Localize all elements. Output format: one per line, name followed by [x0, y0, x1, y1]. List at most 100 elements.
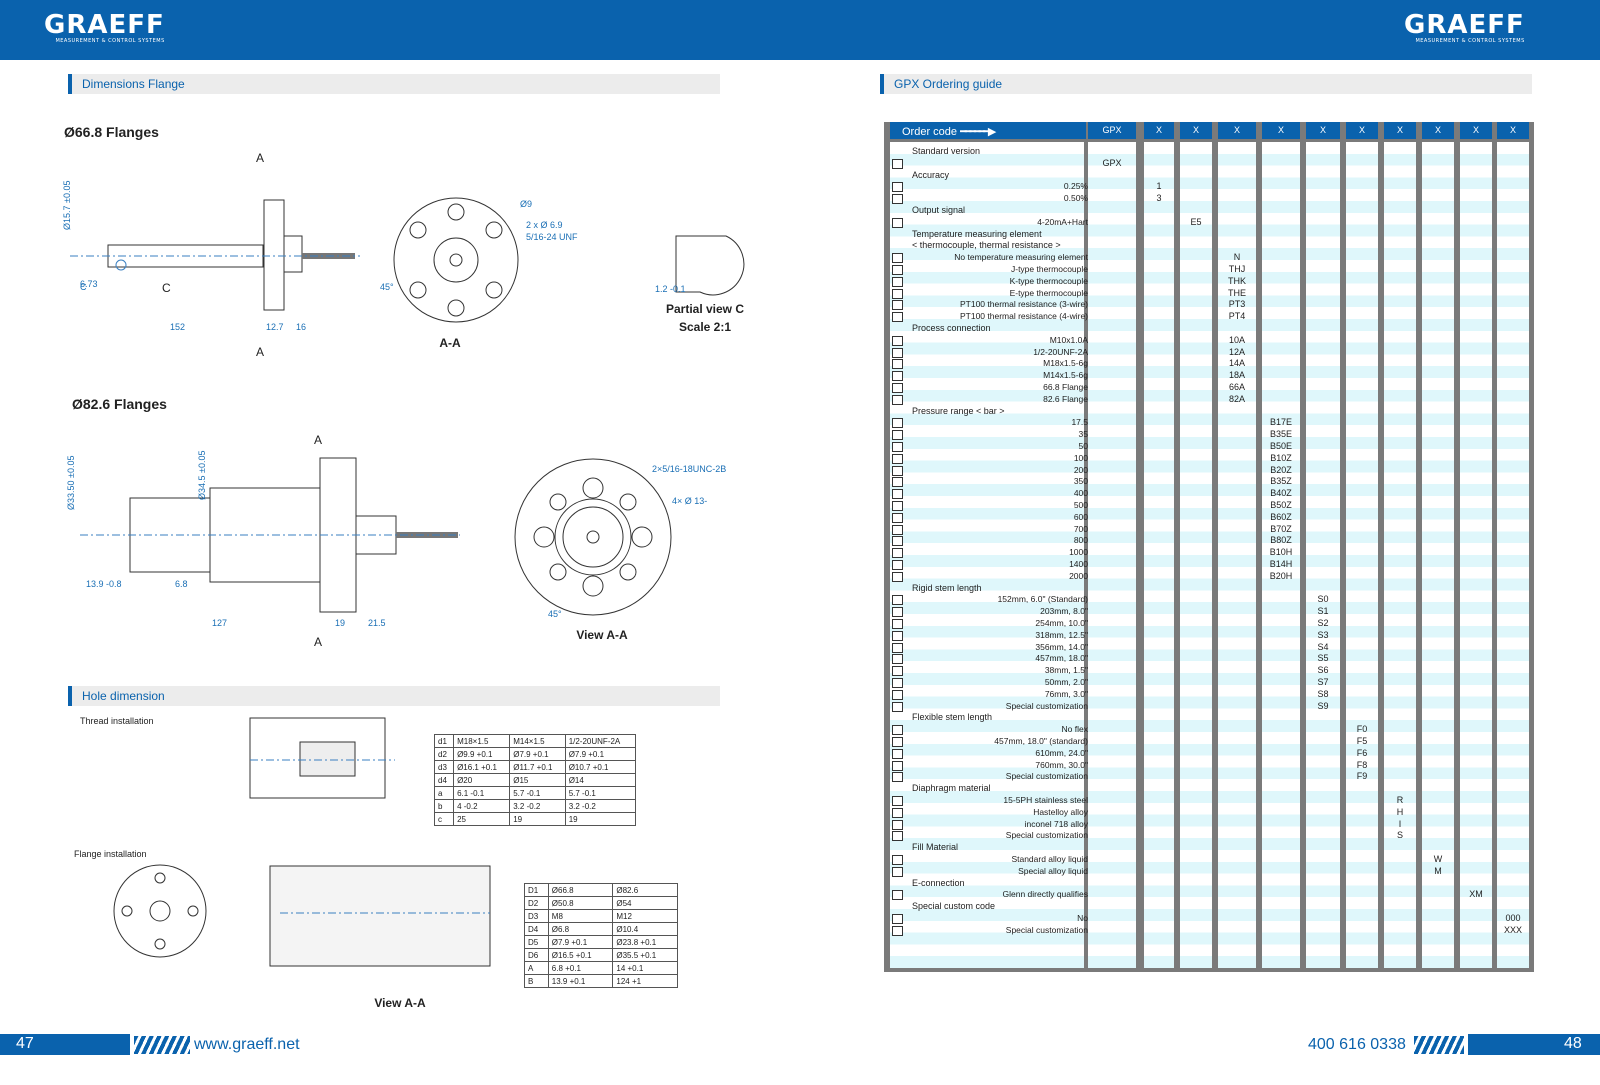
- option-checkbox[interactable]: [892, 548, 903, 559]
- table-cell: 124 +1: [612, 974, 678, 988]
- option-checkbox[interactable]: [892, 182, 903, 193]
- dim-label: Ø33.50 ±0.05: [66, 456, 76, 510]
- option-checkbox[interactable]: [892, 855, 903, 865]
- option-checkbox[interactable]: [892, 253, 903, 264]
- table-cell: D2: [524, 896, 549, 910]
- option-checkbox[interactable]: [892, 418, 903, 429]
- option-code: B14H: [1269, 559, 1293, 569]
- option-code: R: [1396, 795, 1404, 805]
- dim-label: 13.9 -0.8: [86, 579, 122, 589]
- option-code: 82A: [1228, 393, 1245, 404]
- table-row: B 13.9 +0.1 124 +1: [524, 974, 678, 988]
- table-row: D4 Ø6.8 Ø10.4: [524, 922, 678, 936]
- option-checkbox[interactable]: [892, 725, 903, 736]
- option-code: GPX: [1102, 157, 1122, 168]
- option-checkbox[interactable]: [892, 430, 903, 441]
- option-checkbox[interactable]: [892, 760, 903, 771]
- option-checkbox[interactable]: [892, 465, 903, 476]
- option-checkbox[interactable]: [892, 642, 903, 653]
- table-cell: 25: [453, 812, 511, 826]
- option-checkbox[interactable]: [892, 394, 903, 405]
- option-checkbox[interactable]: [892, 701, 903, 712]
- option-code: F6: [1356, 747, 1368, 758]
- option-label: 254mm, 10.0": [1035, 618, 1088, 628]
- option-checkbox[interactable]: [892, 654, 903, 665]
- option-checkbox[interactable]: [892, 276, 903, 287]
- option-checkbox[interactable]: [892, 512, 903, 523]
- option-label: 2000: [1069, 570, 1088, 581]
- option-checkbox[interactable]: [892, 536, 903, 547]
- section-mark-a: A: [314, 433, 322, 447]
- option-checkbox[interactable]: [892, 748, 903, 759]
- option-code: S2: [1317, 618, 1329, 628]
- option-checkbox[interactable]: [892, 477, 903, 488]
- option-checkbox[interactable]: [892, 925, 903, 936]
- website-link[interactable]: www.graeff.net: [194, 1036, 300, 1054]
- option-checkbox[interactable]: [892, 560, 903, 570]
- option-checkbox[interactable]: [892, 678, 903, 688]
- option-checkbox[interactable]: [892, 619, 903, 629]
- option-checkbox[interactable]: [892, 359, 903, 370]
- option-checkbox[interactable]: [892, 807, 903, 818]
- table-cell: c: [433, 812, 455, 826]
- code-column: [1144, 142, 1174, 968]
- option-checkbox[interactable]: [892, 489, 903, 500]
- option-code: M: [1434, 865, 1442, 876]
- dim-label: 2×5/16-18UNC-2B: [652, 464, 726, 474]
- option-checkbox[interactable]: [892, 890, 903, 901]
- dim-label: 152: [170, 322, 185, 332]
- option-checkbox[interactable]: [892, 630, 903, 641]
- option-code: S9: [1317, 700, 1329, 711]
- option-checkbox[interactable]: [892, 371, 903, 382]
- option-checkbox[interactable]: [892, 217, 903, 228]
- option-checkbox[interactable]: [892, 158, 903, 169]
- option-checkbox[interactable]: [892, 866, 903, 877]
- option-label: 35: [1078, 429, 1088, 440]
- group-heading: Diaphragm material: [912, 783, 991, 794]
- option-checkbox[interactable]: [892, 914, 903, 924]
- option-code: B10H: [1269, 547, 1293, 558]
- option-checkbox[interactable]: [892, 524, 903, 535]
- group-heading: Rigid stem length: [912, 582, 982, 593]
- option-checkbox[interactable]: [892, 335, 903, 346]
- option-code: S6: [1317, 665, 1329, 676]
- section-ordering-guide: GPX Ordering guide: [880, 74, 1532, 94]
- option-checkbox[interactable]: [892, 453, 903, 464]
- option-checkbox[interactable]: [892, 571, 903, 582]
- option-checkbox[interactable]: [892, 194, 903, 205]
- table-cell: 14 +0.1: [612, 961, 678, 975]
- table-cell: Ø16.5 +0.1: [547, 948, 614, 962]
- option-label: 800: [1073, 535, 1088, 546]
- option-code: 18A: [1228, 370, 1245, 381]
- option-checkbox[interactable]: [892, 819, 903, 830]
- option-checkbox[interactable]: [892, 501, 903, 511]
- option-checkbox[interactable]: [892, 831, 903, 842]
- table-cell: d2: [433, 747, 455, 761]
- order-code-cell: X: [1346, 122, 1378, 139]
- dim-label: Ø34.5 ±0.05: [197, 451, 207, 500]
- option-checkbox[interactable]: [892, 442, 903, 452]
- dim-label: 6.8: [175, 579, 188, 589]
- option-checkbox[interactable]: [892, 347, 903, 358]
- option-checkbox[interactable]: [892, 689, 903, 700]
- code-column: [1306, 142, 1340, 968]
- option-checkbox[interactable]: [892, 607, 903, 618]
- option-code: S5: [1317, 653, 1329, 664]
- option-checkbox[interactable]: [892, 796, 903, 806]
- option-checkbox[interactable]: [892, 772, 903, 783]
- option-checkbox[interactable]: [892, 595, 903, 606]
- option-checkbox[interactable]: [892, 383, 903, 393]
- table-cell: 19: [509, 812, 566, 826]
- table-cell: Ø35.5 +0.1: [612, 948, 678, 962]
- option-label: 1/2-20UNF-2A: [1033, 346, 1088, 357]
- option-checkbox[interactable]: [892, 300, 903, 311]
- option-label: 1000: [1069, 547, 1088, 558]
- option-checkbox[interactable]: [892, 265, 903, 275]
- option-checkbox[interactable]: [892, 666, 903, 677]
- option-code: 10A: [1228, 334, 1245, 345]
- option-checkbox[interactable]: [892, 312, 903, 323]
- option-checkbox[interactable]: [892, 288, 903, 299]
- order-code-cell: X: [1144, 122, 1174, 139]
- table-row: D1 Ø66.8 Ø82.6: [524, 883, 678, 897]
- option-checkbox[interactable]: [892, 737, 903, 747]
